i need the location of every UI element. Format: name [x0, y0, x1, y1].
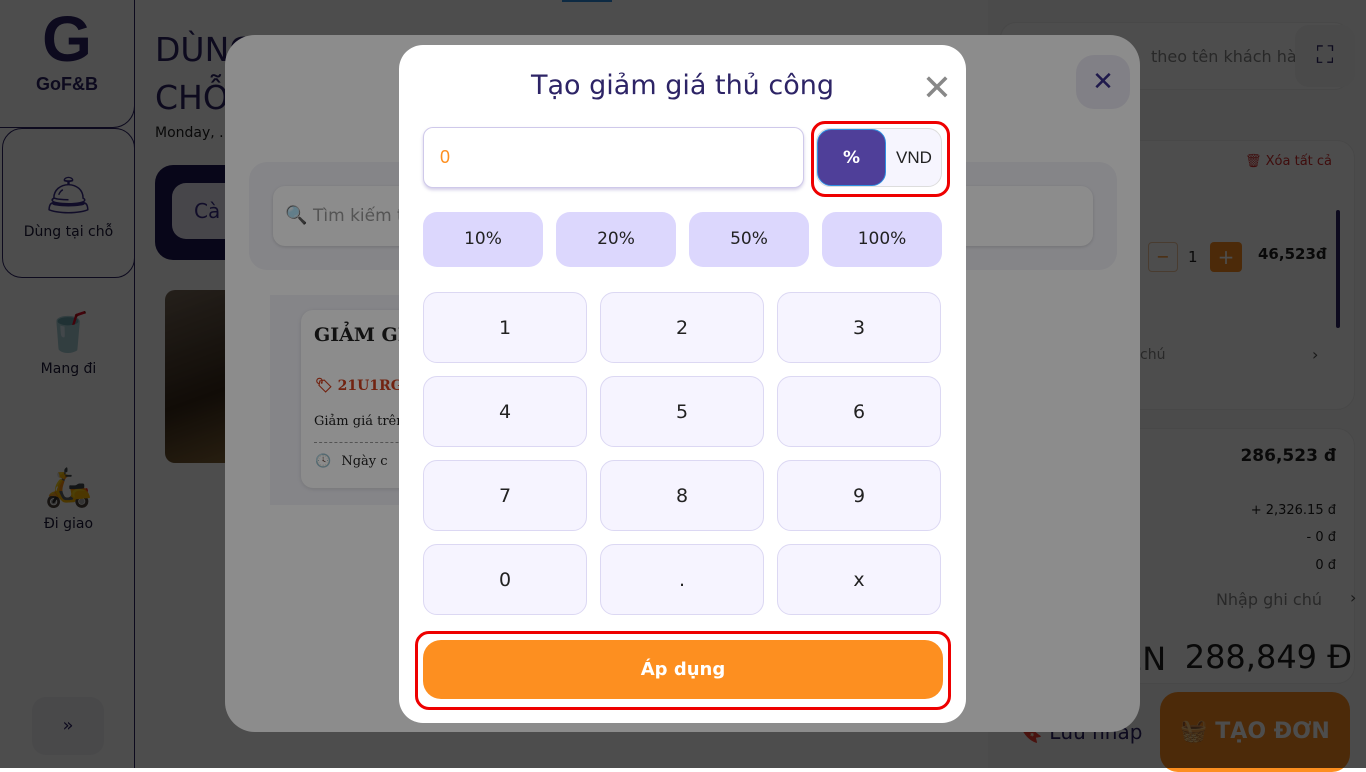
apply-button[interactable]: Áp dụng: [423, 640, 943, 699]
dialog-title: Tạo giảm giá thủ công: [531, 70, 834, 101]
unit-vnd-option[interactable]: VND: [886, 129, 942, 186]
preset-50-button[interactable]: 50%: [689, 212, 809, 267]
discount-value-input[interactable]: 0: [423, 127, 804, 188]
unit-percent-option[interactable]: %: [817, 129, 886, 186]
key-2[interactable]: 2: [600, 292, 764, 363]
key-5[interactable]: 5: [600, 376, 764, 447]
preset-100-button[interactable]: 100%: [822, 212, 942, 267]
preset-20-button[interactable]: 20%: [556, 212, 676, 267]
key-1[interactable]: 1: [423, 292, 587, 363]
key-9[interactable]: 9: [777, 460, 941, 531]
key-7[interactable]: 7: [423, 460, 587, 531]
backspace-key[interactable]: x: [777, 544, 941, 615]
preset-10-button[interactable]: 10%: [423, 212, 543, 267]
key-0[interactable]: 0: [423, 544, 587, 615]
key-4[interactable]: 4: [423, 376, 587, 447]
unit-toggle[interactable]: % VND: [816, 128, 942, 187]
key-8[interactable]: 8: [600, 460, 764, 531]
decimal-key[interactable]: .: [600, 544, 764, 615]
key-6[interactable]: 6: [777, 376, 941, 447]
close-icon[interactable]: ✕: [918, 70, 956, 108]
key-3[interactable]: 3: [777, 292, 941, 363]
